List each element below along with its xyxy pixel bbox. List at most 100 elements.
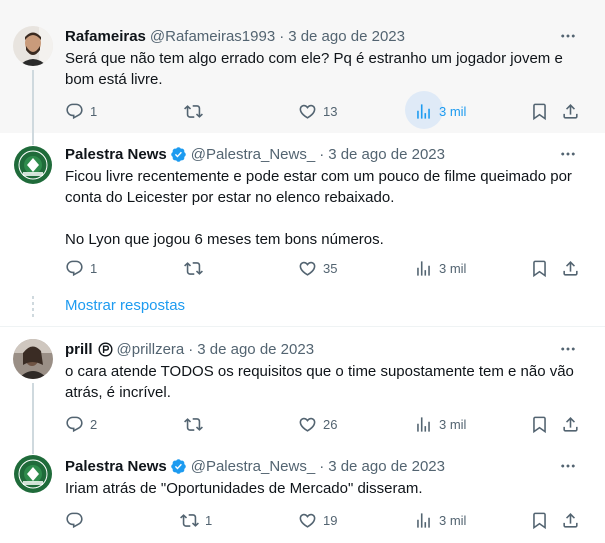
like-button[interactable]: 13 (298, 99, 337, 123)
timestamp[interactable]: 3 de ago de 2023 (328, 146, 445, 163)
share-button[interactable] (561, 99, 580, 123)
bookmark-button[interactable] (530, 508, 549, 532)
like-count: 35 (323, 260, 338, 276)
tweet-text: Ficou livre recentemente e pode estar co… (65, 168, 572, 248)
share-button[interactable] (561, 412, 580, 436)
view-count: 3 mil (439, 512, 467, 528)
speech-bubble-icon (65, 259, 84, 278)
bookmark-button[interactable] (530, 256, 549, 280)
tweet-header: Palestra News @Palestra_News_ · 3 de ago… (65, 144, 445, 164)
tweet-text: Iriam atrás de "Oportunidades de Mercado… (65, 480, 423, 497)
separator: · (319, 457, 325, 475)
share-button[interactable] (561, 256, 580, 280)
reply-count: 1 (90, 260, 98, 276)
retweet-icon (180, 511, 199, 530)
tweet-header: prill @prillzera · 3 de ago de 2023 (65, 339, 314, 359)
like-count: 19 (323, 512, 338, 528)
like-count: 13 (323, 103, 338, 119)
retweet-icon (184, 259, 203, 278)
heart-icon (298, 415, 317, 434)
tweet-text: o cara atende TODOS os requisitos que o … (65, 363, 579, 401)
more-horizontal-icon[interactable] (558, 144, 578, 164)
author-name[interactable]: Rafameiras (65, 28, 146, 45)
show-replies-row[interactable]: Mostrar respostas (0, 288, 605, 326)
avatar[interactable] (13, 26, 53, 66)
reply-tweet-4[interactable]: Palestra News @Palestra_News_ · 3 de ago… (0, 444, 605, 543)
more-horizontal-icon[interactable] (558, 26, 578, 46)
timestamp[interactable]: 3 de ago de 2023 (328, 458, 445, 475)
views-button[interactable]: 3 mil (414, 256, 466, 280)
action-bar: 1 19 3 mil (0, 508, 605, 532)
more-horizontal-icon[interactable] (558, 456, 578, 476)
separator: · (279, 27, 285, 45)
retweet-button[interactable] (184, 412, 209, 436)
bookmark-icon (530, 102, 549, 121)
views-button[interactable]: 3 mil (405, 91, 466, 129)
retweet-icon (184, 102, 203, 121)
action-bar: 1 35 3 mil (0, 256, 605, 280)
action-bar: 1 13 3 mil (0, 91, 605, 129)
retweet-button[interactable] (184, 99, 209, 123)
author-name[interactable]: Palestra News (65, 146, 167, 163)
speech-bubble-icon (65, 511, 84, 530)
view-count: 3 mil (439, 260, 467, 276)
views-button[interactable]: 3 mil (414, 508, 466, 532)
author-handle[interactable]: @prillzera (117, 341, 185, 358)
verified-badge-icon (170, 146, 187, 163)
share-upload-icon (561, 102, 580, 121)
reply-button[interactable]: 2 (65, 412, 97, 436)
author-handle[interactable]: @Palestra_News_ (191, 146, 315, 163)
heart-icon (298, 259, 317, 278)
like-button[interactable]: 19 (298, 508, 337, 532)
reply-tweet-1[interactable]: Rafameiras @Rafameiras1993 · 3 de ago de… (0, 0, 605, 133)
tweet-header: Palestra News @Palestra_News_ · 3 de ago… (65, 456, 445, 476)
avatar[interactable] (13, 145, 53, 185)
action-bar: 2 26 3 mil (0, 412, 605, 436)
heart-icon (298, 511, 317, 530)
separator: · (319, 145, 325, 163)
bookmark-icon (530, 511, 549, 530)
like-count: 26 (323, 416, 338, 432)
bar-chart-icon (414, 259, 433, 278)
reply-tweet-3[interactable]: prill @prillzera · 3 de ago de 2023 o ca… (0, 326, 605, 445)
timestamp[interactable]: 3 de ago de 2023 (288, 28, 405, 45)
retweet-button[interactable] (184, 256, 209, 280)
reply-button[interactable]: 1 (65, 99, 97, 123)
author-handle[interactable]: @Palestra_News_ (191, 458, 315, 475)
separator: · (188, 340, 194, 358)
view-count: 3 mil (439, 416, 467, 432)
reply-count: 1 (90, 103, 98, 119)
author-handle[interactable]: @Rafameiras1993 (150, 28, 275, 45)
share-button[interactable] (561, 508, 580, 532)
retweet-count: 1 (205, 512, 213, 528)
timestamp[interactable]: 3 de ago de 2023 (197, 341, 314, 358)
author-name[interactable]: prill (65, 341, 93, 358)
bookmark-button[interactable] (530, 99, 549, 123)
author-name[interactable]: Palestra News (65, 458, 167, 475)
avatar[interactable] (13, 454, 53, 494)
verified-badge-icon (170, 458, 187, 475)
bookmark-icon (530, 415, 549, 434)
tweet-header: Rafameiras @Rafameiras1993 · 3 de ago de… (65, 26, 405, 46)
retweet-icon (184, 415, 203, 434)
parody-badge-icon (98, 341, 113, 357)
tweet-text: Será que não tem algo errado com ele? Pq… (65, 50, 567, 88)
like-button[interactable]: 26 (298, 412, 337, 436)
thread-dotted-connector (32, 296, 34, 318)
views-button[interactable]: 3 mil (414, 412, 466, 436)
show-replies-link[interactable]: Mostrar respostas (65, 297, 185, 314)
like-button[interactable]: 35 (298, 256, 337, 280)
speech-bubble-icon (65, 415, 84, 434)
share-upload-icon (561, 415, 580, 434)
bar-chart-icon (414, 102, 433, 121)
retweet-button[interactable]: 1 (180, 508, 212, 532)
bookmark-icon (530, 259, 549, 278)
avatar[interactable] (13, 339, 53, 379)
share-upload-icon (561, 511, 580, 530)
heart-icon (298, 102, 317, 121)
bookmark-button[interactable] (530, 412, 549, 436)
reply-tweet-2[interactable]: Palestra News @Palestra_News_ · 3 de ago… (0, 133, 605, 288)
reply-button[interactable]: 1 (65, 256, 97, 280)
reply-button[interactable] (65, 508, 90, 532)
more-horizontal-icon[interactable] (558, 339, 578, 359)
